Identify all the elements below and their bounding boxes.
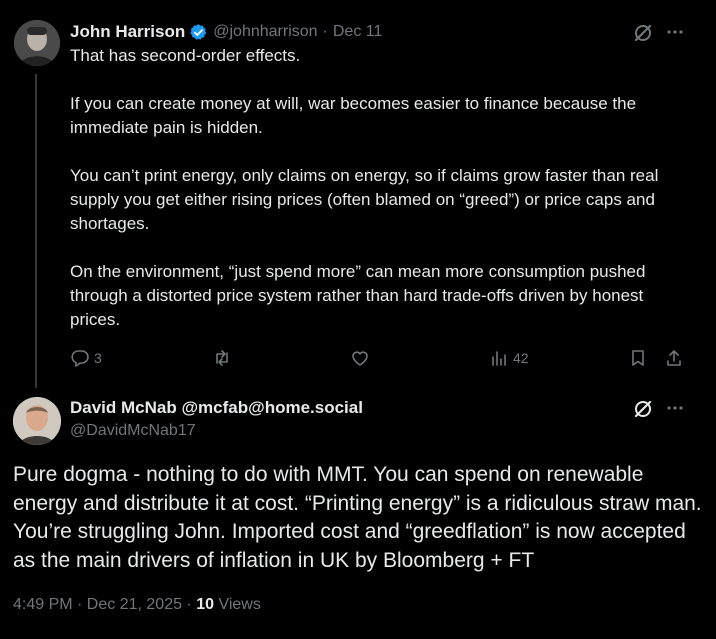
thread-connector-line <box>35 74 37 388</box>
reply-count: 3 <box>94 350 102 366</box>
views-count: 42 <box>513 350 529 366</box>
main-post-text: Pure dogma - nothing to do with MMT. You… <box>13 463 702 572</box>
post-date[interactable]: Dec 11 <box>333 23 383 41</box>
avatar-john-harrison[interactable] <box>14 20 60 66</box>
views-button[interactable]: 42 <box>489 346 529 370</box>
share-button[interactable] <box>664 346 684 370</box>
share-icon <box>664 348 684 368</box>
reply-icon <box>70 348 90 368</box>
author-name[interactable]: David McNab @mcfab@home.social <box>70 398 363 417</box>
separator-dot: · <box>322 23 328 40</box>
reply-body: That has second-order effects. If you ca… <box>70 44 695 332</box>
avatar-david-mcnab[interactable] <box>13 397 61 445</box>
post-metadata: 4:49 PM · Dec 21, 2025 · 10 Views <box>13 596 261 614</box>
paragraph: That has second-order effects. <box>70 46 301 65</box>
retweet-button[interactable] <box>212 346 236 370</box>
reply-header: John Harrison @johnharrison · Dec 11 <box>70 21 382 43</box>
grok-icon[interactable] <box>632 22 654 44</box>
like-icon <box>350 348 370 368</box>
more-icon[interactable] <box>665 22 685 42</box>
paragraph: You can’t print energy, only claims on e… <box>70 166 659 233</box>
bookmark-button[interactable] <box>628 346 648 370</box>
views-count: 10 <box>196 596 214 613</box>
author-name[interactable]: John Harrison <box>70 22 185 42</box>
more-icon[interactable] <box>665 398 685 418</box>
bookmark-icon <box>628 348 648 368</box>
post-timestamp[interactable]: 4:49 PM · Dec 21, 2025 · <box>13 596 196 613</box>
paragraph: If you can create money at will, war bec… <box>70 94 637 137</box>
verified-badge-icon <box>189 23 208 42</box>
grok-icon[interactable] <box>632 398 654 420</box>
paragraph: On the environment, “just spend more” ca… <box>70 262 646 329</box>
views-label: Views <box>214 596 261 613</box>
action-bar: 3 42 <box>70 346 690 370</box>
author-handle[interactable]: @DavidMcNab17 <box>70 422 196 440</box>
views-icon <box>489 348 509 368</box>
author-handle[interactable]: @johnharrison <box>213 23 317 41</box>
like-button[interactable] <box>350 346 374 370</box>
retweet-icon <box>212 348 232 368</box>
reply-button[interactable]: 3 <box>70 346 102 370</box>
main-post-header: David McNab @mcfab@home.social <box>70 398 363 418</box>
